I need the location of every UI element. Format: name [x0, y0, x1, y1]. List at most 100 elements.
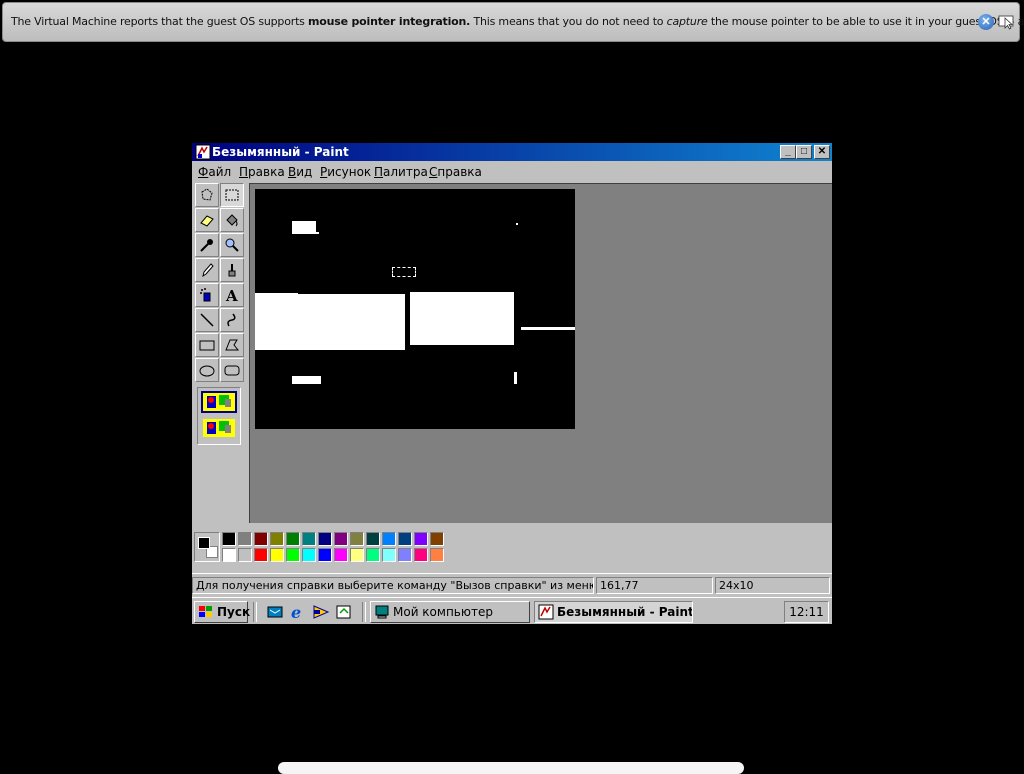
curve-icon: [227, 313, 236, 327]
color-swatch[interactable]: [430, 532, 444, 546]
internet-explorer-icon[interactable]: e: [289, 603, 307, 621]
taskbar: Пуск e Мой компьютер Безымянный - Paint …: [192, 597, 832, 624]
color-swatch[interactable]: [350, 548, 364, 562]
close-icon[interactable]: ✕: [978, 14, 994, 30]
taskbar-divider: [362, 602, 366, 622]
brush-tool[interactable]: [220, 258, 244, 282]
menu-view[interactable]: Вид: [288, 165, 312, 179]
drawn-shape: [255, 294, 405, 350]
menu-help[interactable]: Справка: [429, 165, 482, 179]
menu-edit[interactable]: Правка: [239, 165, 285, 179]
pencil-icon: [202, 263, 214, 278]
outlook-express-icon[interactable]: [312, 603, 330, 621]
color-swatch[interactable]: [318, 532, 332, 546]
option-opaque[interactable]: [201, 391, 237, 413]
color-swatch[interactable]: [222, 532, 236, 546]
drawn-shape: [316, 232, 319, 234]
ellipse-icon: [199, 365, 215, 377]
drawn-shape: [255, 293, 298, 295]
eraser-tool[interactable]: [195, 208, 219, 232]
window-title: Безымянный - Paint: [212, 145, 349, 159]
color-swatch[interactable]: [366, 532, 380, 546]
maximize-button[interactable]: □: [796, 145, 812, 159]
magnifier-icon: [225, 238, 239, 252]
magnifier-tool[interactable]: [220, 233, 244, 257]
task-paint[interactable]: Безымянный - Paint: [534, 601, 693, 623]
current-colors[interactable]: [194, 532, 220, 562]
option-transparent[interactable]: [201, 417, 237, 439]
show-desktop-icon[interactable]: [266, 603, 284, 621]
eyedropper-icon: [200, 239, 213, 252]
status-help-text: Для получения справки выберите команду "…: [192, 577, 594, 594]
color-swatch[interactable]: [270, 548, 284, 562]
color-swatch[interactable]: [350, 532, 364, 546]
text-tool[interactable]: A: [220, 283, 244, 307]
airbrush-tool[interactable]: [195, 283, 219, 307]
channels-icon[interactable]: [335, 603, 353, 621]
color-swatch[interactable]: [318, 548, 332, 562]
minimize-button[interactable]: _: [780, 145, 796, 159]
guest-screen[interactable]: Безымянный - Paint _ □ ✕ Файл Правка Вид…: [192, 143, 832, 624]
start-button[interactable]: Пуск: [194, 601, 250, 623]
curve-tool[interactable]: [220, 308, 244, 332]
drawn-shape: [514, 372, 517, 384]
polygon-icon: [225, 339, 240, 351]
color-swatch[interactable]: [286, 532, 300, 546]
color-swatch[interactable]: [302, 548, 316, 562]
pick-color-tool[interactable]: [195, 233, 219, 257]
drawn-shape: [292, 221, 316, 234]
color-swatch[interactable]: [382, 548, 396, 562]
workspace: [249, 183, 832, 523]
fill-tool[interactable]: [220, 208, 244, 232]
rect-select-tool[interactable]: [220, 183, 244, 207]
close-button[interactable]: ✕: [814, 145, 830, 159]
color-swatch[interactable]: [398, 548, 412, 562]
color-swatch[interactable]: [254, 532, 268, 546]
title-bar[interactable]: Безымянный - Paint _ □ ✕: [192, 143, 832, 161]
drawing-canvas[interactable]: [255, 189, 575, 429]
pencil-tool[interactable]: [195, 258, 219, 282]
color-box: [192, 526, 832, 570]
vm-bottom-bar[interactable]: [278, 762, 744, 774]
color-swatch[interactable]: [302, 532, 316, 546]
drawn-shape: [521, 327, 575, 330]
selection-marquee[interactable]: [392, 267, 416, 277]
menu-file[interactable]: Файл: [198, 165, 231, 179]
free-select-tool[interactable]: [195, 183, 219, 207]
task-my-computer[interactable]: Мой компьютер: [370, 601, 530, 623]
status-coordinates: 161,77: [596, 577, 713, 594]
color-swatch[interactable]: [222, 548, 236, 562]
free-select-icon: [201, 188, 213, 201]
color-swatch[interactable]: [414, 548, 428, 562]
foreground-color[interactable]: [198, 537, 210, 549]
task-label: Мой компьютер: [393, 605, 493, 619]
tool-options: [197, 387, 241, 445]
color-swatch[interactable]: [398, 532, 412, 546]
color-swatch[interactable]: [238, 548, 252, 562]
mouse-integration-icon[interactable]: [998, 14, 1016, 30]
color-swatch[interactable]: [334, 548, 348, 562]
clock[interactable]: 12:11: [789, 605, 824, 619]
line-tool[interactable]: [195, 308, 219, 332]
drawn-shape: [292, 376, 321, 384]
rect-select-icon: [225, 189, 239, 201]
menu-image[interactable]: Рисунок: [320, 165, 371, 179]
polygon-tool[interactable]: [220, 333, 244, 357]
color-swatch[interactable]: [254, 548, 268, 562]
rounded-rectangle-tool[interactable]: [220, 358, 244, 382]
color-swatch[interactable]: [430, 548, 444, 562]
color-swatch[interactable]: [270, 532, 284, 546]
color-swatch[interactable]: [382, 532, 396, 546]
color-swatch[interactable]: [334, 532, 348, 546]
svg-text:A: A: [225, 287, 238, 303]
color-swatch[interactable]: [286, 548, 300, 562]
menu-palette[interactable]: Палитра: [374, 165, 428, 179]
menu-bar: Файл Правка Вид Рисунок Палитра Справка: [192, 162, 832, 181]
rectangle-tool[interactable]: [195, 333, 219, 357]
task-label: Безымянный - Paint: [557, 605, 693, 619]
color-swatch[interactable]: [366, 548, 380, 562]
rectangle-icon: [199, 340, 215, 351]
color-swatch[interactable]: [414, 532, 428, 546]
color-swatch[interactable]: [238, 532, 252, 546]
ellipse-tool[interactable]: [195, 358, 219, 382]
